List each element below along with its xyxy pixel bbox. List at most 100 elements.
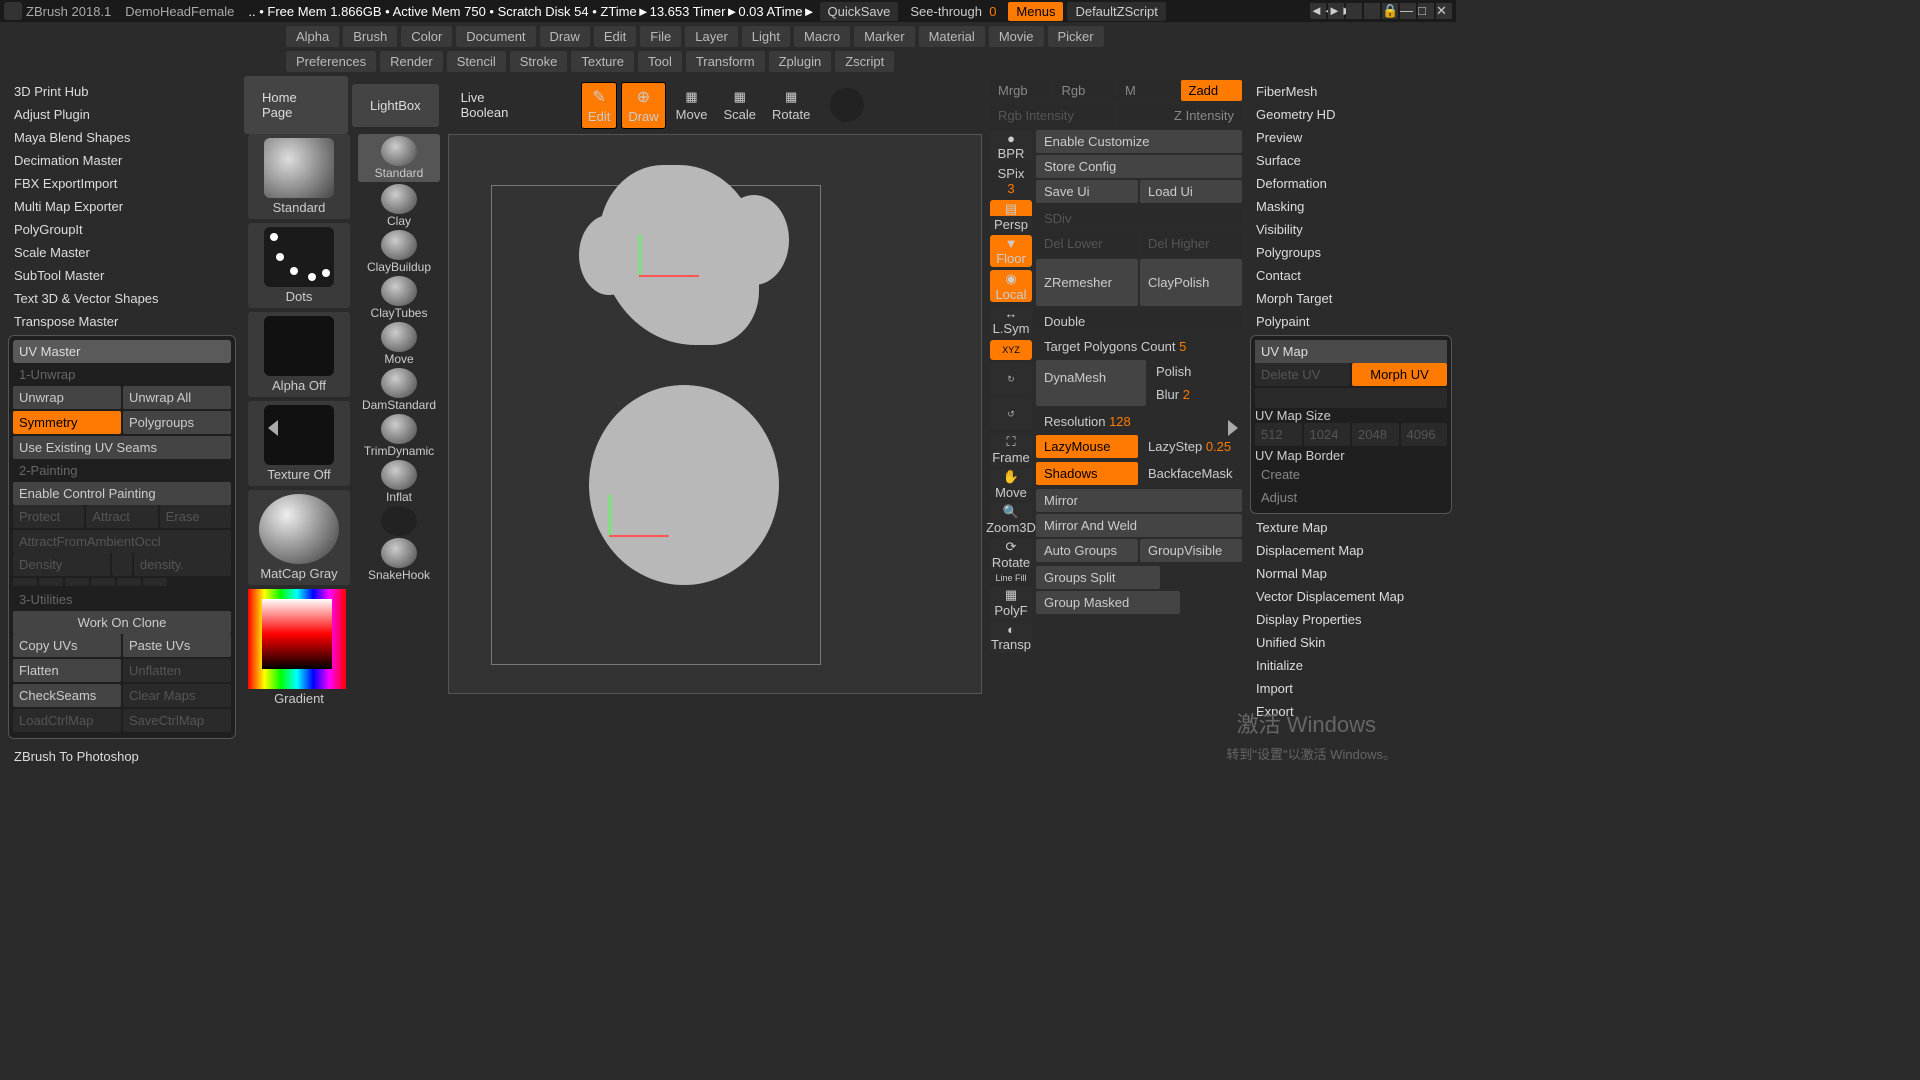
delete-uv[interactable]: Delete UV <box>1255 363 1350 386</box>
menu-file[interactable]: File <box>640 26 681 47</box>
dock-icon[interactable] <box>1346 3 1362 19</box>
bpr-button[interactable]: ●BPR <box>990 130 1032 162</box>
p-texturemap[interactable]: Texture Map <box>1250 516 1452 539</box>
menu-transform[interactable]: Transform <box>686 51 765 72</box>
p-displayprops[interactable]: Display Properties <box>1250 608 1452 631</box>
menu-stroke[interactable]: Stroke <box>510 51 568 72</box>
menu-light[interactable]: Light <box>742 26 790 47</box>
transp-button[interactable]: ◐Transp <box>990 621 1032 653</box>
brush-standard[interactable]: Standard <box>358 134 440 182</box>
adjust[interactable]: Adjust <box>1255 486 1447 509</box>
del-higher[interactable]: Del Higher <box>1140 232 1242 255</box>
attract-ambient[interactable]: AttractFromAmbientOccl <box>13 530 231 553</box>
plugin-adjust[interactable]: Adjust Plugin <box>8 103 236 126</box>
p-contact[interactable]: Contact <box>1250 264 1452 287</box>
p-polygroups[interactable]: Polygroups <box>1250 241 1452 264</box>
polygroups-button[interactable]: Polygroups <box>123 411 231 434</box>
save[interactable]: SaveCtrlMap <box>123 709 231 732</box>
menu-marker[interactable]: Marker <box>854 26 914 47</box>
s512[interactable]: 512 <box>1255 423 1302 446</box>
persp-button[interactable]: ▤Persp <box>990 200 1032 232</box>
p-surface[interactable]: Surface <box>1250 149 1452 172</box>
auto-groups[interactable]: Auto Groups <box>1036 539 1138 562</box>
attract-button[interactable]: Attract <box>86 505 157 528</box>
mirror[interactable]: Mirror <box>1036 489 1242 512</box>
menu-document[interactable]: Document <box>456 26 535 47</box>
lazymouse[interactable]: LazyMouse <box>1036 435 1138 458</box>
menu-layer[interactable]: Layer <box>685 26 738 47</box>
brush-clay[interactable]: Clay <box>358 184 440 228</box>
move-view[interactable]: ✋Move <box>990 468 1032 500</box>
load[interactable]: LoadCtrlMap <box>13 709 121 732</box>
p-masking[interactable]: Masking <box>1250 195 1452 218</box>
d-btn[interactable] <box>91 578 115 586</box>
draw-mode[interactable]: ⊕Draw <box>621 82 665 129</box>
mirror-weld[interactable]: Mirror And Weld <box>1036 514 1242 537</box>
menu-material[interactable]: Material <box>919 26 985 47</box>
uv-slider[interactable] <box>1255 388 1447 408</box>
groups-split[interactable]: Groups Split <box>1036 566 1160 589</box>
resolution[interactable]: Resolution 128 <box>1036 410 1242 433</box>
p-visibility[interactable]: Visibility <box>1250 218 1452 241</box>
unwrap-all-button[interactable]: Unwrap All <box>123 386 231 409</box>
s2048[interactable]: 2048 <box>1352 423 1399 446</box>
protect-button[interactable]: Protect <box>13 505 84 528</box>
target-polygons[interactable]: Target Polygons Count 5 <box>1036 335 1242 358</box>
menu-preferences[interactable]: Preferences <box>286 51 376 72</box>
create[interactable]: Create <box>1255 463 1447 486</box>
alpha-tile[interactable]: Alpha Off <box>248 312 350 397</box>
mrgb[interactable]: Mrgb <box>990 80 1052 101</box>
menu-edit[interactable]: Edit <box>594 26 636 47</box>
undo-icon[interactable]: ↺ <box>990 398 1032 430</box>
store-config[interactable]: Store Config <box>1036 155 1242 178</box>
backface[interactable]: BackfaceMask <box>1140 462 1242 485</box>
p-deformation[interactable]: Deformation <box>1250 172 1452 195</box>
group-masked[interactable]: Group Masked <box>1036 591 1180 614</box>
rotate-view[interactable]: ⟳Rotate <box>990 538 1032 570</box>
menu-macro[interactable]: Macro <box>794 26 850 47</box>
gyro-icon[interactable] <box>830 88 864 122</box>
brush-claytubes[interactable]: ClayTubes <box>358 276 440 320</box>
brush-damstandard[interactable]: DamStandard <box>358 368 440 412</box>
morph-uv[interactable]: Morph UV <box>1352 363 1447 386</box>
menu-alpha[interactable]: Alpha <box>286 26 339 47</box>
floor-button[interactable]: ▼Floor <box>990 235 1032 267</box>
arrows-icon[interactable]: ►► <box>1328 3 1344 19</box>
d-btn[interactable] <box>143 578 167 586</box>
symmetry-button[interactable]: Symmetry <box>13 411 121 434</box>
s1024[interactable]: 1024 <box>1304 423 1351 446</box>
p-morphtarget[interactable]: Morph Target <box>1250 287 1452 310</box>
del-lower[interactable]: Del Lower <box>1036 232 1138 255</box>
zremesher[interactable]: ZRemesher <box>1036 259 1138 306</box>
plugin-text3d[interactable]: Text 3D & Vector Shapes <box>8 287 236 310</box>
brush-trimdynamic[interactable]: TrimDynamic <box>358 414 440 458</box>
p-initialize[interactable]: Initialize <box>1250 654 1452 677</box>
plugin-scalemaster[interactable]: Scale Master <box>8 241 236 264</box>
flatten-button[interactable]: Flatten <box>13 659 121 682</box>
brush-inflat[interactable]: Inflat <box>358 460 440 504</box>
viewport[interactable] <box>448 134 982 694</box>
lock-icon[interactable]: 🔒 <box>1382 3 1398 19</box>
brush-snakehook[interactable]: SnakeHook <box>358 538 440 582</box>
arrows-icon[interactable]: ◄◄ <box>1310 3 1326 19</box>
z-intensity[interactable]: Z Intensity <box>1117 105 1242 126</box>
p-vdispmap[interactable]: Vector Displacement Map <box>1250 585 1452 608</box>
live-boolean[interactable]: Live Boolean <box>443 76 553 134</box>
plugin-3dprint[interactable]: 3D Print Hub <box>8 80 236 103</box>
rgb-intensity[interactable]: Rgb Intensity <box>990 105 1115 126</box>
p-preview[interactable]: Preview <box>1250 126 1452 149</box>
d-btn[interactable] <box>13 578 37 586</box>
plugin-subtool[interactable]: SubTool Master <box>8 264 236 287</box>
xyz-button[interactable]: XYZ <box>990 340 1032 360</box>
minimize-icon[interactable]: — <box>1400 3 1416 19</box>
menus-button[interactable]: Menus <box>1008 2 1063 21</box>
d-btn[interactable] <box>39 578 63 586</box>
plugin-decimation[interactable]: Decimation Master <box>8 149 236 172</box>
lsym-button[interactable]: ↔L.Sym <box>990 305 1032 337</box>
plugin-uvmaster[interactable]: UV Master <box>13 340 231 363</box>
use-existing-seams[interactable]: Use Existing UV Seams <box>13 436 231 459</box>
s4096[interactable]: 4096 <box>1401 423 1448 446</box>
load-ui[interactable]: Load Ui <box>1140 180 1242 203</box>
edit-mode[interactable]: ✎Edit <box>581 82 617 129</box>
enable-control-painting[interactable]: Enable Control Painting <box>13 482 231 505</box>
